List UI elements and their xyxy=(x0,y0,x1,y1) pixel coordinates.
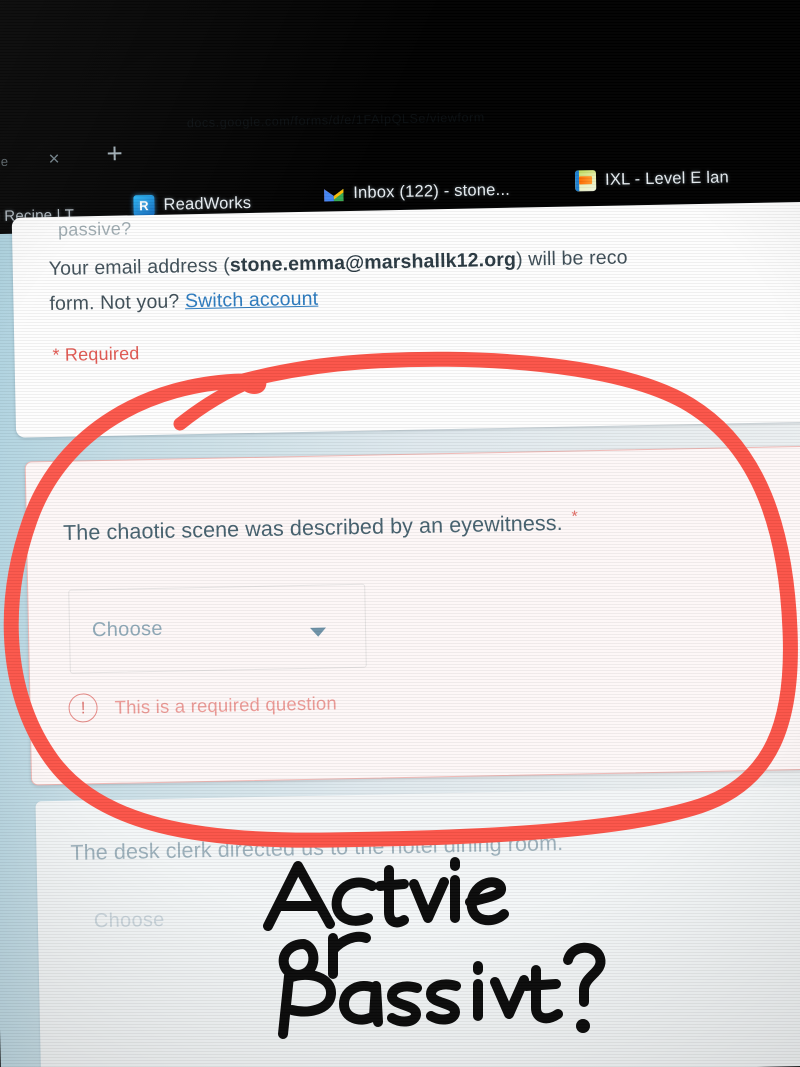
google-form-page: passive? Your email address (stone.emma@… xyxy=(0,201,800,1067)
bookmark-gmail-inbox[interactable]: Inbox (122) - stone... xyxy=(323,180,510,205)
required-asterisk: * xyxy=(571,508,579,526)
error-exclamation-icon: ! xyxy=(68,693,98,723)
email-notice-line-2: form. Not you? Switch account xyxy=(49,288,318,316)
monitor-photo: tice × + docs.google.com/forms/d/e/1FAIp… xyxy=(0,0,800,1067)
switch-account-link[interactable]: Switch account xyxy=(185,288,319,313)
question-2-label: The desk clerk directed us to the hotel … xyxy=(70,830,564,865)
clipped-heading-text: passive? xyxy=(57,218,132,240)
bookmark-label: IXL - Level E lan xyxy=(604,168,730,189)
readworks-icon: R xyxy=(133,194,155,217)
question-2-dropdown[interactable]: Choose xyxy=(94,909,165,933)
dropdown-placeholder: Choose xyxy=(93,908,165,933)
question-card-2: The desk clerk directed us to the hotel … xyxy=(35,785,800,1067)
bookmark-ixl[interactable]: IXL - Level E lan xyxy=(574,167,730,192)
form-header-card: passive? Your email address (stone.emma@… xyxy=(11,201,800,438)
question-1-text: The chaotic scene was described by an ey… xyxy=(63,508,578,545)
email-notice-suffix: ) will be reco xyxy=(515,246,628,271)
not-you-text: form. Not you? xyxy=(49,290,186,316)
new-tab-icon[interactable]: + xyxy=(106,138,123,169)
question-2-text: The desk clerk directed us to the hotel … xyxy=(70,829,579,866)
email-notice-prefix: Your email address ( xyxy=(48,254,231,281)
question-1-label: The chaotic scene was described by an ey… xyxy=(62,510,563,545)
ixl-icon xyxy=(574,170,597,192)
email-notice-line-1: Your email address (stone.emma@marshallk… xyxy=(49,246,628,281)
question-1-error: ! This is a required question xyxy=(68,688,338,723)
question-card-1: The chaotic scene was described by an ey… xyxy=(24,445,800,786)
required-asterisk: * xyxy=(571,828,579,846)
question-1-dropdown[interactable]: Choose xyxy=(68,583,367,674)
bookmark-label: Inbox (122) - stone... xyxy=(353,180,511,202)
tab-close-icon[interactable]: × xyxy=(48,149,60,171)
screen-content: tice × + docs.google.com/forms/d/e/1FAIp… xyxy=(0,0,800,1067)
error-message: This is a required question xyxy=(114,691,338,718)
dropdown-placeholder: Choose xyxy=(91,617,163,642)
bookmark-label: ReadWorks xyxy=(163,193,252,214)
gmail-icon xyxy=(323,183,344,204)
required-legend: * Required xyxy=(52,343,140,365)
email-address: stone.emma@marshallk12.org xyxy=(229,248,517,277)
browser-tab-title[interactable]: tice xyxy=(0,154,9,169)
chevron-down-icon xyxy=(310,627,327,637)
